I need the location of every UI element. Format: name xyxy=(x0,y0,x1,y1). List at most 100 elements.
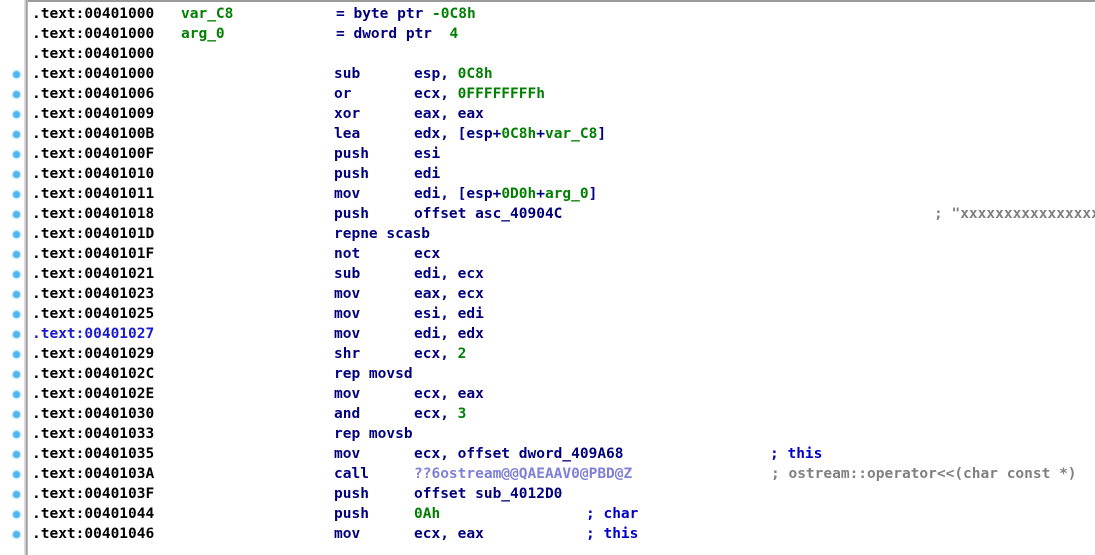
gutter-marker-dot[interactable] xyxy=(13,151,20,158)
gutter-marker-dot[interactable] xyxy=(13,311,20,318)
disasm-line[interactable]: .text:0040102C rep movsd xyxy=(28,364,1095,384)
gutter-marker-dot[interactable] xyxy=(13,91,20,98)
stack-variable-name[interactable]: arg_0 xyxy=(181,24,225,44)
instruction-operands[interactable]: ecx, offset dword_409A68 xyxy=(414,444,624,464)
instruction-operands[interactable]: offset sub_4012D0 xyxy=(414,484,562,504)
disasm-line[interactable]: .text:00401044 push 0Ah ; char xyxy=(28,504,1095,524)
gutter-marker-dot[interactable] xyxy=(13,231,20,238)
line-address[interactable]: .text:0040102C xyxy=(32,364,154,384)
instruction-operands[interactable]: eax, eax xyxy=(414,104,484,124)
line-address[interactable]: .text:00401029 xyxy=(32,344,154,364)
disassembly-view[interactable]: .text:00401000 var_C8 = byte ptr -0C8h .tex… xyxy=(0,0,1095,555)
instruction-mnemonic[interactable]: push xyxy=(334,164,369,184)
instruction-mnemonic[interactable]: mov xyxy=(334,524,360,544)
gutter-marker-dot[interactable] xyxy=(13,71,20,78)
disasm-line[interactable]: .text:00401000 sub esp, 0C8h xyxy=(28,64,1095,84)
disasm-line[interactable]: .text:00401011 mov edi, [esp+0D0h+arg_0] xyxy=(28,184,1095,204)
instruction-mnemonic[interactable]: repne scasb xyxy=(334,224,430,244)
disasm-line[interactable]: .text:0040101D repne scasb xyxy=(28,224,1095,244)
disasm-line[interactable]: .text:00401023 mov eax, ecx xyxy=(28,284,1095,304)
disasm-line[interactable]: .text:00401030 and ecx, 3 xyxy=(28,404,1095,424)
line-address[interactable]: .text:00401018 xyxy=(32,204,154,224)
gutter-marker-dot[interactable] xyxy=(13,331,20,338)
instruction-mnemonic[interactable]: mov xyxy=(334,304,360,324)
repeatable-comment[interactable]: ; this xyxy=(586,524,638,544)
instruction-mnemonic[interactable]: mov xyxy=(334,444,360,464)
code-pane[interactable]: .text:00401000 var_C8 = byte ptr -0C8h .tex… xyxy=(28,0,1095,555)
line-address[interactable]: .text:00401021 xyxy=(32,264,154,284)
line-address[interactable]: .text:00401011 xyxy=(32,184,154,204)
instruction-mnemonic[interactable]: rep movsd xyxy=(334,364,413,384)
instruction-mnemonic[interactable]: sub xyxy=(334,64,360,84)
instruction-mnemonic[interactable]: mov xyxy=(334,284,360,304)
line-address[interactable]: .text:00401010 xyxy=(32,164,154,184)
instruction-operands[interactable]: 0Ah xyxy=(414,504,440,524)
disasm-line[interactable]: .text:00401000 var_C8 = byte ptr -0C8h xyxy=(28,4,1095,24)
line-address[interactable]: .text:00401044 xyxy=(32,504,154,524)
disasm-line[interactable]: .text:00401029 shr ecx, 2 xyxy=(28,344,1095,364)
gutter-marker-dot[interactable] xyxy=(13,371,20,378)
gutter-marker-dot[interactable] xyxy=(13,291,20,298)
disasm-line[interactable]: .text:00401025 mov esi, edi xyxy=(28,304,1095,324)
disasm-line[interactable]: .text:00401018 push offset asc_40904C ; "xx… xyxy=(28,204,1095,224)
line-address[interactable]: .text:00401030 xyxy=(32,404,154,424)
gutter-marker-dot[interactable] xyxy=(13,351,20,358)
gutter-marker-dot[interactable] xyxy=(13,451,20,458)
instruction-mnemonic[interactable]: mov xyxy=(334,184,360,204)
repeatable-comment[interactable]: ; char xyxy=(586,504,638,524)
instruction-operands[interactable]: ecx, eax xyxy=(414,384,484,404)
line-address[interactable]: .text:0040103A xyxy=(32,464,154,484)
repeatable-comment[interactable]: ; this xyxy=(770,444,822,464)
disasm-line[interactable]: .text:00401000 arg_0 = dword ptr 4 xyxy=(28,24,1095,44)
gutter-marker-dot[interactable] xyxy=(13,131,20,138)
instruction-mnemonic[interactable]: not xyxy=(334,244,360,264)
line-address[interactable]: .text:00401000 xyxy=(32,24,154,44)
instruction-operands[interactable]: esi xyxy=(414,144,440,164)
gutter-marker-dot[interactable] xyxy=(13,411,20,418)
instruction-operands[interactable]: edi, [esp+0D0h+arg_0] xyxy=(414,184,597,204)
line-address[interactable]: .text:0040101D xyxy=(32,224,154,244)
arrow-gutter[interactable] xyxy=(0,0,24,555)
line-address[interactable]: .text:00401000 xyxy=(32,64,154,84)
gutter-marker-dot[interactable] xyxy=(13,111,20,118)
instruction-mnemonic[interactable]: sub xyxy=(334,264,360,284)
disasm-line[interactable]: .text:0040100F push esi xyxy=(28,144,1095,164)
gutter-marker-dot[interactable] xyxy=(13,511,20,518)
instruction-mnemonic[interactable]: push xyxy=(334,504,369,524)
gutter-marker-dot[interactable] xyxy=(13,171,20,178)
disasm-line[interactable]: .text:00401035 mov ecx, offset dword_409A6… xyxy=(28,444,1095,464)
line-address[interactable]: .text:00401023 xyxy=(32,284,154,304)
line-address[interactable]: .text:00401009 xyxy=(32,104,154,124)
disasm-line[interactable]: .text:00401046 mov ecx, eax ; this xyxy=(28,524,1095,544)
instruction-operands[interactable]: ecx, 0FFFFFFFFh xyxy=(414,84,545,104)
instruction-comment[interactable]: ; "xxxxxxxxxxxxxxxxxxxxxx" xyxy=(934,204,1095,224)
disasm-line[interactable]: .text:0040102E mov ecx, eax xyxy=(28,384,1095,404)
stack-variable-name[interactable]: var_C8 xyxy=(181,4,233,24)
line-address[interactable]: .text:00401006 xyxy=(32,84,154,104)
line-address[interactable]: .text:00401035 xyxy=(32,444,154,464)
instruction-operands[interactable]: esp, 0C8h xyxy=(414,64,493,84)
instruction-mnemonic[interactable]: shr xyxy=(334,344,360,364)
instruction-operands[interactable]: eax, ecx xyxy=(414,284,484,304)
gutter-marker-dot[interactable] xyxy=(13,391,20,398)
instruction-mnemonic[interactable]: xor xyxy=(334,104,360,124)
instruction-operands[interactable]: ecx, eax xyxy=(414,524,484,544)
instruction-mnemonic[interactable]: push xyxy=(334,484,369,504)
instruction-operands[interactable]: edi xyxy=(414,164,440,184)
disasm-line[interactable]: .text:00401021 sub edi, ecx xyxy=(28,264,1095,284)
line-address[interactable]: .text:0040103F xyxy=(32,484,154,504)
instruction-operands[interactable]: offset asc_40904C xyxy=(414,204,562,224)
line-address[interactable]: .text:00401000 xyxy=(32,44,154,64)
disasm-line[interactable]: .text:00401000 xyxy=(28,44,1095,64)
line-address[interactable]: .text:00401025 xyxy=(32,304,154,324)
instruction-mnemonic[interactable]: push xyxy=(334,144,369,164)
instruction-mnemonic[interactable]: call xyxy=(334,464,369,484)
instruction-comment[interactable]: ; ostream::operator<<(char const *) xyxy=(771,464,1077,484)
instruction-mnemonic[interactable]: mov xyxy=(334,384,360,404)
line-address[interactable]: .text:00401046 xyxy=(32,524,154,544)
disasm-line[interactable]: .text:00401006 or ecx, 0FFFFFFFFh xyxy=(28,84,1095,104)
instruction-mnemonic[interactable]: mov xyxy=(334,324,360,344)
disasm-line[interactable]: .text:00401010 push edi xyxy=(28,164,1095,184)
instruction-mnemonic[interactable]: and xyxy=(334,404,360,424)
instruction-mnemonic[interactable]: lea xyxy=(334,124,360,144)
